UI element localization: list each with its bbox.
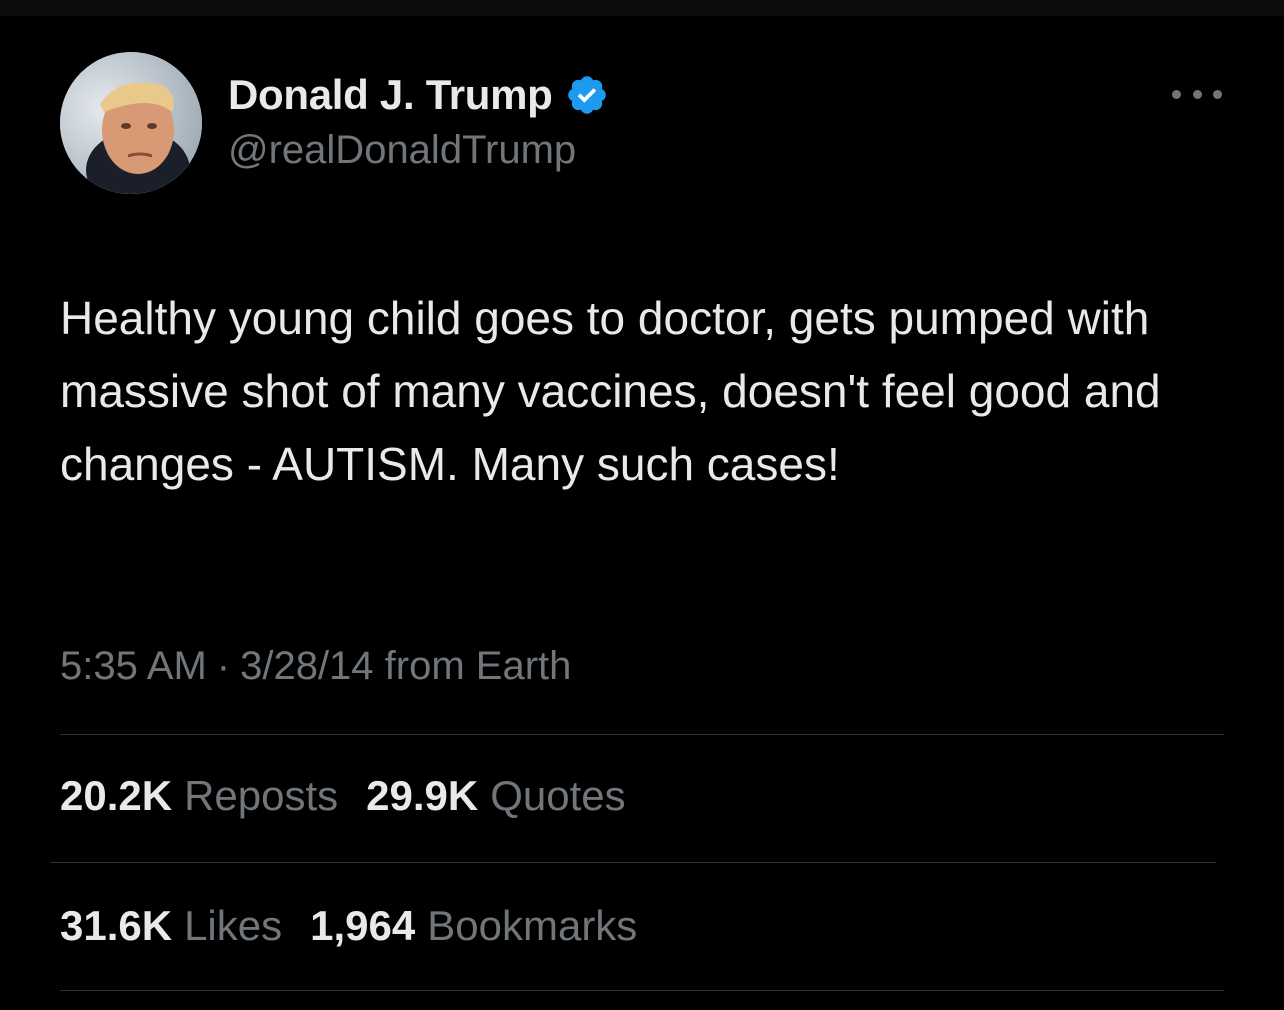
- bookmarks-label: Bookmarks: [427, 902, 638, 949]
- author-display-name[interactable]: Donald J. Trump: [228, 71, 553, 119]
- divider: [60, 734, 1224, 735]
- divider: [50, 862, 1216, 863]
- more-options-icon[interactable]: [1172, 86, 1222, 102]
- tweet-text: Healthy young child goes to doctor, gets…: [60, 292, 1161, 490]
- verified-badge-icon[interactable]: [565, 73, 609, 117]
- reposts-stat[interactable]: 20.2K Reposts: [60, 772, 338, 820]
- stats-row-1: 20.2K Reposts 29.9K Quotes: [60, 772, 626, 820]
- tweet-time[interactable]: 5:35 AM: [60, 644, 207, 689]
- quotes-count: 29.9K: [366, 772, 479, 819]
- avatar[interactable]: [60, 52, 202, 194]
- dot: [1172, 89, 1181, 99]
- tweet-date-source[interactable]: 3/28/14 from Earth: [240, 644, 571, 689]
- meta-separator: ·: [216, 644, 231, 688]
- avatar-image: [60, 52, 202, 194]
- quotes-label: Quotes: [490, 772, 626, 819]
- reposts-label: Reposts: [184, 772, 339, 819]
- author-name-row: Donald J. Trump: [228, 70, 609, 120]
- likes-label: Likes: [184, 902, 283, 949]
- bookmarks-stat[interactable]: 1,964 Bookmarks: [310, 902, 637, 950]
- likes-count: 31.6K: [60, 902, 173, 949]
- author-handle[interactable]: @realDonaldTrump: [228, 128, 576, 173]
- tweet-detail: Donald J. Trump @realDonaldTrump Healthy…: [0, 0, 1284, 1010]
- dot: [1192, 89, 1202, 99]
- reposts-count: 20.2K: [60, 772, 173, 819]
- divider: [60, 990, 1224, 991]
- bookmarks-count: 1,964: [310, 902, 416, 949]
- stats-row-2: 31.6K Likes 1,964 Bookmarks: [60, 902, 637, 950]
- quotes-stat[interactable]: 29.9K Quotes: [366, 772, 626, 820]
- likes-stat[interactable]: 31.6K Likes: [60, 902, 282, 950]
- tweet-meta: 5:35 AM · 3/28/14 from Earth: [60, 644, 571, 689]
- dot: [1213, 89, 1222, 99]
